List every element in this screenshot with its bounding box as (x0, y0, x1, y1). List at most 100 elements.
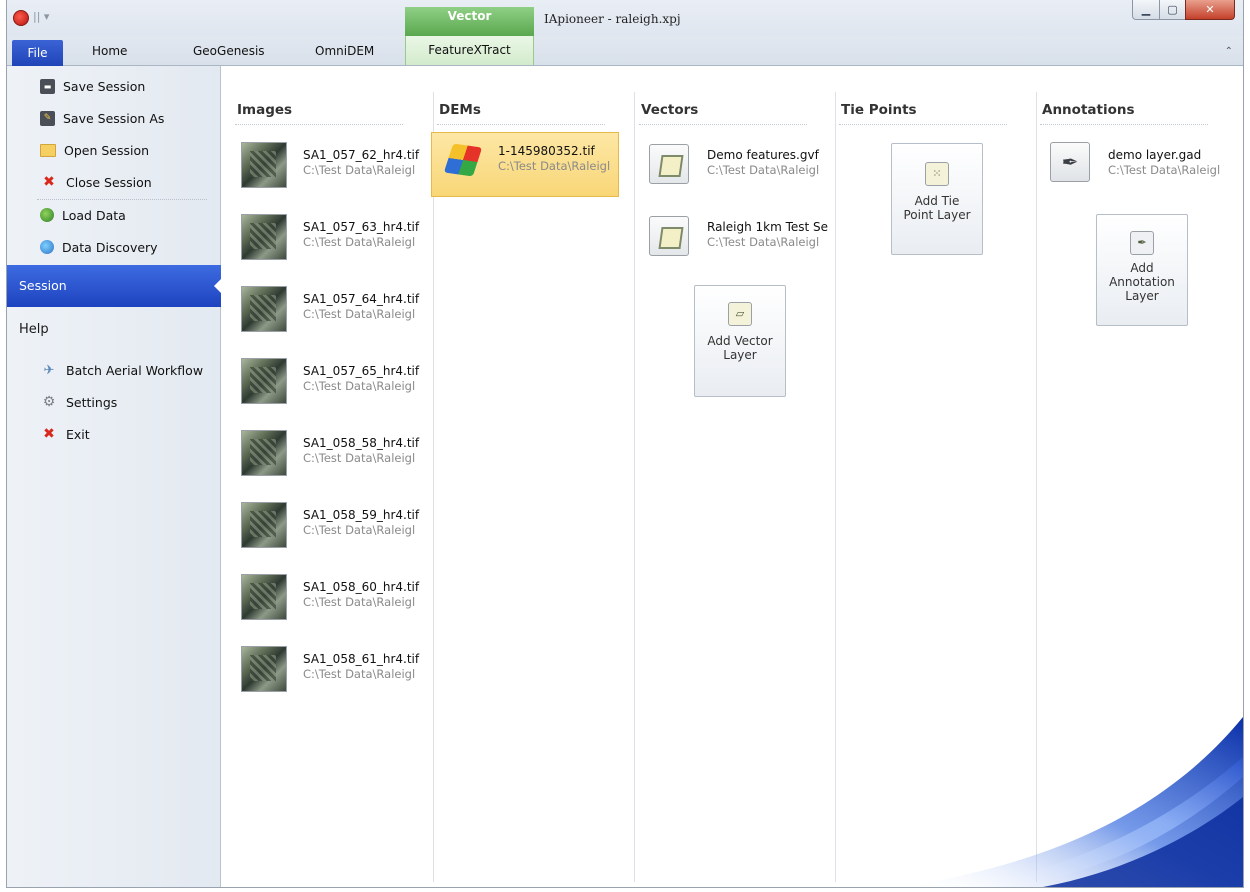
menu-close-session[interactable]: ✖ Close Session (7, 167, 221, 197)
image-thumbnail-icon (241, 502, 287, 548)
tie-points-heading: Tie Points (841, 102, 917, 118)
image-thumbnail-icon (241, 430, 287, 476)
menu-load-data[interactable]: Load Data (7, 200, 221, 230)
vector-path: C:\Test Data\Raleigl (707, 163, 820, 177)
floppy-disk-icon: ▬ (40, 78, 55, 94)
menu-settings[interactable]: ⚙ Settings (7, 387, 221, 417)
tab-geogenesis[interactable]: GeoGenesis (193, 44, 265, 58)
image-item[interactable]: SA1_058_58_hr4.tif C:\Test Data\Raleigl (241, 430, 421, 486)
dem-path: C:\Test Data\Raleigl (498, 159, 611, 173)
add-annotation-layer-button[interactable]: ✒ Add Annotation Layer (1096, 214, 1188, 326)
minimize-button[interactable]: ▁ (1132, 0, 1160, 20)
image-path: C:\Test Data\Raleigl (303, 451, 416, 465)
image-thumbnail-icon (241, 214, 287, 260)
menu-data-discovery[interactable]: Data Discovery (7, 232, 221, 262)
add-tie-point-layer-button[interactable]: ⁙ Add Tie Point Layer (891, 143, 983, 255)
image-path: C:\Test Data\Raleigl (303, 379, 416, 393)
backstage-menu: ▬ Save Session ✎ Save Session As Open Se… (7, 66, 222, 887)
menu-open-session-label: Open Session (64, 142, 150, 158)
image-name: SA1_057_62_hr4.tif (303, 148, 420, 162)
image-name: SA1_057_63_hr4.tif (303, 220, 420, 234)
annotations-column: Annotations ✒ demo layer.gad C:\Test Dat… (1026, 66, 1243, 887)
vector-path: C:\Test Data\Raleigl (707, 235, 820, 249)
app-logo-icon[interactable] (13, 10, 29, 26)
image-thumbnail-icon (241, 574, 287, 620)
quick-access-toolbar[interactable]: || ▾ (33, 10, 49, 23)
add-annot-label-1: Add (1130, 261, 1154, 275)
heading-rule (437, 124, 605, 125)
add-vector-label-2: Layer (723, 348, 757, 362)
menu-session[interactable]: Session (7, 265, 222, 307)
close-icon: ✕ (1205, 3, 1215, 16)
menu-save-session-label: Save Session (63, 78, 146, 94)
dems-heading: DEMs (439, 102, 481, 118)
session-panel: Images SA1_057_62_hr4.tif C:\Test Data\R… (221, 66, 1243, 887)
tab-omnidem[interactable]: OmniDEM (315, 44, 374, 58)
images-heading: Images (237, 102, 293, 118)
image-thumbnail-icon (241, 358, 287, 404)
menu-session-label: Session (19, 278, 67, 293)
maximize-icon: ▢ (1167, 3, 1178, 16)
menu-batch-aerial-workflow[interactable]: ✈ Batch Aerial Workflow (7, 355, 221, 385)
tab-file[interactable]: File (12, 40, 63, 66)
tie-points-column: Tie Points ⁙ Add Tie Point Layer (825, 66, 1025, 887)
maximize-button[interactable]: ▢ (1159, 0, 1186, 20)
pen-annotation-icon: ✒ (1130, 231, 1154, 255)
menu-save-session[interactable]: ▬ Save Session (7, 71, 221, 101)
airplane-icon: ✈ (43, 362, 55, 378)
image-name: SA1_057_64_hr4.tif (303, 292, 420, 306)
menu-save-session-as[interactable]: ✎ Save Session As (7, 103, 221, 133)
image-name: SA1_058_58_hr4.tif (303, 436, 420, 450)
add-vector-layer-button[interactable]: ▱ Add Vector Layer (694, 285, 786, 397)
menu-open-session[interactable]: Open Session (7, 135, 221, 165)
gear-icon: ⚙ (42, 394, 56, 410)
menu-batch-aerial-workflow-label: Batch Aerial Workflow (66, 362, 204, 378)
heading-rule (1040, 124, 1208, 125)
image-item[interactable]: SA1_057_65_hr4.tif C:\Test Data\Raleigl (241, 358, 421, 414)
image-name: SA1_058_60_hr4.tif (303, 580, 420, 594)
menu-settings-label: Settings (66, 394, 118, 410)
dem-name: 1-145980352.tif (498, 144, 595, 158)
vector-item[interactable]: Demo features.gvf C:\Test Data\Raleigl (645, 142, 825, 198)
annotation-item[interactable]: ✒ demo layer.gad C:\Test Data\Raleigl (1046, 142, 1226, 198)
vector-name: Raleigh 1km Test Se (707, 220, 829, 234)
image-name: SA1_058_61_hr4.tif (303, 652, 420, 666)
vector-name: Demo features.gvf (707, 148, 819, 162)
add-vector-label-1: Add Vector (707, 334, 773, 348)
globe-plus-icon (40, 208, 54, 222)
vectors-column: Vectors Demo features.gvf C:\Test Data\R… (625, 66, 829, 887)
vector-item[interactable]: Raleigh 1km Test Se C:\Test Data\Raleigl (645, 214, 829, 270)
image-item[interactable]: SA1_057_62_hr4.tif C:\Test Data\Raleigl (241, 142, 421, 198)
menu-exit-label: Exit (66, 426, 90, 442)
image-item[interactable]: SA1_058_60_hr4.tif C:\Test Data\Raleigl (241, 574, 421, 630)
annotations-heading: Annotations (1042, 102, 1135, 118)
image-name: SA1_057_65_hr4.tif (303, 364, 420, 378)
collapse-ribbon-icon[interactable]: ⌃ (1225, 46, 1233, 57)
globe-icon (40, 240, 54, 254)
title-bar: || ▾ Vector IApioneer - raleigh.xpj ▁ ▢ … (7, 0, 1243, 36)
folder-icon (40, 143, 56, 157)
tab-featurextract[interactable]: FeatureXTract (405, 36, 534, 65)
add-tie-label-1: Add Tie (914, 194, 960, 208)
ribbon-tab-row: File Home GeoGenesis OmniDEM FeatureXTra… (7, 36, 1243, 66)
dem-item-selected[interactable]: 1-145980352.tif C:\Test Data\Raleigl (431, 132, 619, 197)
tab-home[interactable]: Home (92, 44, 127, 58)
image-item[interactable]: SA1_057_64_hr4.tif C:\Test Data\Raleigl (241, 286, 421, 342)
image-item[interactable]: SA1_058_59_hr4.tif C:\Test Data\Raleigl (241, 502, 421, 558)
menu-help[interactable]: Help (19, 322, 49, 337)
add-tie-label-2: Point Layer (903, 208, 971, 222)
vector-layer-icon (649, 216, 689, 256)
image-item[interactable]: SA1_058_61_hr4.tif C:\Test Data\Raleigl (241, 646, 421, 702)
image-path: C:\Test Data\Raleigl (303, 163, 416, 177)
image-thumbnail-icon (241, 286, 287, 332)
image-thumbnail-icon (241, 646, 287, 692)
minimize-icon: ▁ (1141, 3, 1151, 16)
menu-exit[interactable]: ✖ Exit (7, 419, 221, 449)
image-thumbnail-icon (241, 142, 287, 188)
red-x-icon: ✖ (43, 174, 55, 190)
menu-save-session-as-label: Save Session As (63, 110, 165, 126)
image-path: C:\Test Data\Raleigl (303, 595, 416, 609)
image-item[interactable]: SA1_057_63_hr4.tif C:\Test Data\Raleigl (241, 214, 421, 270)
vectors-heading: Vectors (641, 102, 699, 118)
close-button[interactable]: ✕ (1185, 0, 1235, 20)
